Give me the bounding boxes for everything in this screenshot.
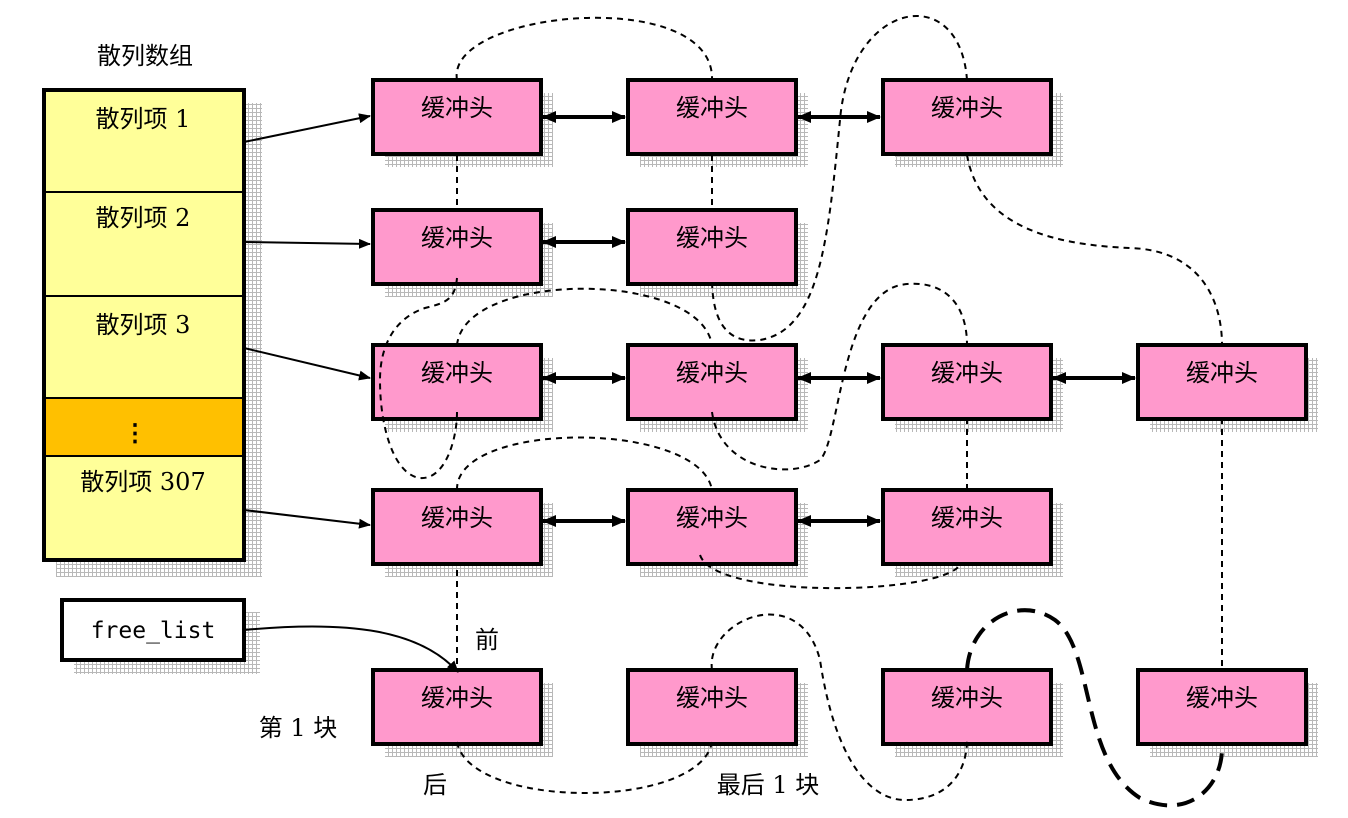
buffer-head-label: 缓冲头 <box>676 504 748 532</box>
buffer-head: 缓冲头 <box>626 343 808 432</box>
buffer-head: 缓冲头 <box>371 78 553 167</box>
buffer-head: 缓冲头 <box>881 668 1063 757</box>
hash-array-title: 散列数组 <box>97 42 193 70</box>
free-list-label: free_list <box>91 618 216 644</box>
free-list-pointer-arrow <box>243 625 459 673</box>
hash-item-1-label: 散列项 1 <box>96 105 191 133</box>
hash-pointer-arrow <box>243 509 371 529</box>
hash-pointer-arrow <box>243 347 371 381</box>
free-link <box>455 436 713 491</box>
buffer-head: 缓冲头 <box>626 668 808 757</box>
buffer-heads: 缓冲头 缓冲头 缓冲头缓冲头 缓冲头缓冲头 缓冲头 缓冲头 缓冲头缓冲头 缓冲头 缓冲头缓冲头缓… <box>371 78 1318 757</box>
buffer-head-label: 缓冲头 <box>676 684 748 712</box>
buffer-head-label: 缓冲头 <box>421 684 493 712</box>
back-label: 后 <box>423 771 447 799</box>
hash-array: 散列项 1 散列项 2 散列项 3 ⋮ 散列项 307 <box>42 88 262 577</box>
double-links <box>542 111 1136 527</box>
buffer-head-label: 缓冲头 <box>421 504 493 532</box>
buffer-head-label: 缓冲头 <box>421 359 493 387</box>
hash-item-2-label: 散列项 2 <box>96 204 191 232</box>
buffer-head-label: 缓冲头 <box>931 504 1003 532</box>
buffer-head: 缓冲头 <box>371 488 553 577</box>
buffer-head-label: 缓冲头 <box>1186 359 1258 387</box>
buffer-head: 缓冲头 <box>626 78 808 167</box>
buffer-head-label: 缓冲头 <box>931 684 1003 712</box>
free-link <box>456 287 713 346</box>
buffer-head-label: 缓冲头 <box>676 224 748 252</box>
free-link <box>455 16 714 81</box>
buffer-head-label: 缓冲头 <box>931 94 1003 122</box>
first-block-label: 第 1 块 <box>259 714 338 742</box>
hash-item-307-label: 散列项 307 <box>80 468 205 496</box>
front-label: 前 <box>475 626 499 654</box>
last-block-label: 最后 1 块 <box>717 771 820 799</box>
free-list: free_list <box>60 598 260 674</box>
hash-pointer-arrow <box>243 238 371 249</box>
ellipsis-label: ⋮ <box>123 418 147 447</box>
buffer-hash-diagram: 散列数组 散列项 1 散列项 2 散列项 3 ⋮ 散列项 307 free_li… <box>42 15 1318 808</box>
buffer-head-label: 缓冲头 <box>421 94 493 122</box>
buffer-head-label: 缓冲头 <box>676 359 748 387</box>
buffer-head-label: 缓冲头 <box>1186 684 1258 712</box>
buffer-head: 缓冲头 <box>1136 668 1318 757</box>
buffer-head: 缓冲头 <box>371 208 553 297</box>
buffer-head: 缓冲头 <box>371 668 553 757</box>
hash-item-3-label: 散列项 3 <box>96 311 191 339</box>
buffer-head: 缓冲头 <box>1136 343 1318 432</box>
buffer-head-label: 缓冲头 <box>931 359 1003 387</box>
buffer-head: 缓冲头 <box>881 78 1063 167</box>
buffer-head: 缓冲头 <box>881 343 1063 432</box>
diagram-stage: 散列数组 散列项 1 散列项 2 散列项 3 ⋮ 散列项 307 free_li… <box>0 0 1348 818</box>
buffer-head: 缓冲头 <box>626 488 808 577</box>
free-link <box>966 154 1223 346</box>
buffer-head-label: 缓冲头 <box>676 94 748 122</box>
buffer-head: 缓冲头 <box>881 488 1063 577</box>
hash-pointer-arrow <box>243 113 371 143</box>
buffer-head: 缓冲头 <box>626 208 808 297</box>
buffer-head-label: 缓冲头 <box>421 224 493 252</box>
buffer-head: 缓冲头 <box>371 343 553 432</box>
